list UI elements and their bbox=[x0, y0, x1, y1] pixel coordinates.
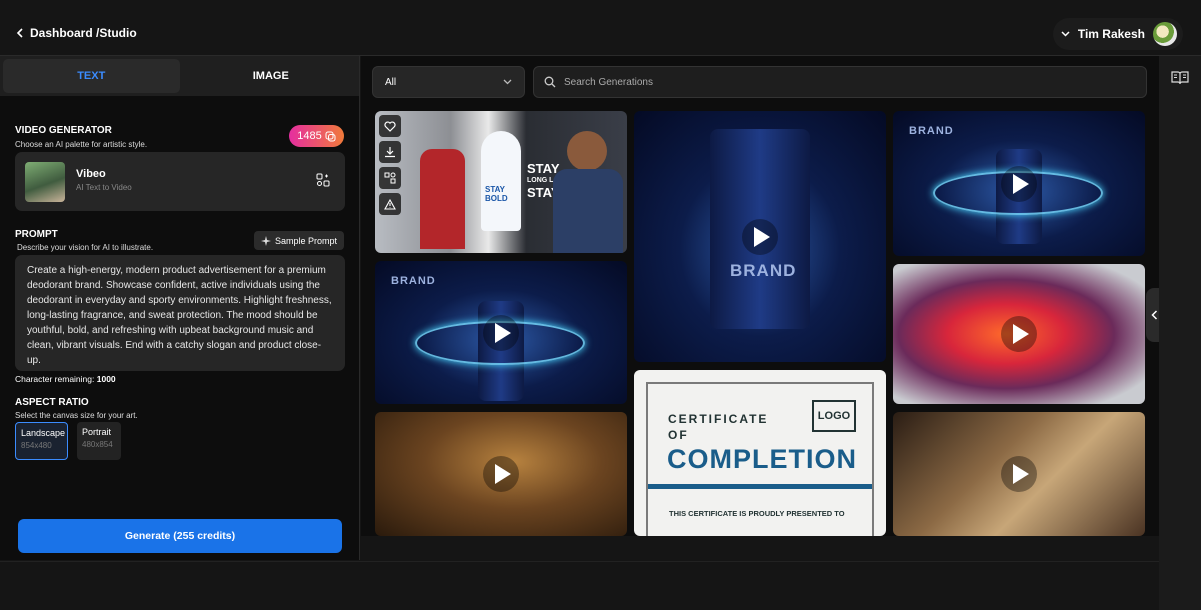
person-head bbox=[567, 131, 607, 171]
ratio-name: Landscape bbox=[21, 428, 66, 438]
brand-label: BRAND bbox=[730, 261, 797, 280]
character-remaining: Character remaining: 1000 bbox=[15, 374, 116, 384]
download-icon bbox=[385, 147, 395, 158]
search-icon bbox=[544, 76, 556, 88]
bottom-strip bbox=[0, 561, 1159, 610]
video-card-brand[interactable]: BRAND bbox=[375, 261, 627, 404]
ratio-portrait[interactable]: Portrait 480x854 bbox=[77, 422, 121, 460]
aspect-ratio-subtitle: Select the canvas size for your art. bbox=[15, 411, 138, 420]
person-blue-shirt bbox=[553, 169, 623, 253]
chevron-left-icon[interactable] bbox=[16, 28, 24, 38]
report-button[interactable] bbox=[379, 193, 401, 215]
bottle-text: BOLD bbox=[485, 194, 508, 203]
play-button[interactable] bbox=[1001, 456, 1037, 492]
ratio-name: Portrait bbox=[82, 427, 112, 437]
generate-button[interactable]: Generate (255 credits) bbox=[18, 519, 342, 553]
right-rail bbox=[1159, 56, 1201, 610]
user-name: Tim Rakesh bbox=[1077, 27, 1145, 41]
heart-icon bbox=[384, 120, 396, 132]
person-red-shirt bbox=[420, 149, 465, 249]
brand-label: BRAND bbox=[391, 275, 436, 287]
book-icon[interactable] bbox=[1171, 70, 1189, 85]
gallery-area: All STAY BOLD STAY LONG LASTING STAY BRA… bbox=[361, 56, 1159, 536]
filter-value: All bbox=[385, 76, 397, 88]
prompt-title: PROMPT bbox=[15, 229, 58, 240]
video-card-paint[interactable] bbox=[893, 264, 1145, 404]
swap-model-icon[interactable] bbox=[315, 172, 331, 188]
user-menu[interactable]: Tim Rakesh bbox=[1052, 18, 1183, 50]
ratio-landscape[interactable]: Landscape 854x480 bbox=[15, 422, 68, 460]
char-label: Character remaining: bbox=[15, 374, 95, 384]
model-subtitle: AI Text to Video bbox=[76, 183, 132, 192]
model-name: Vibeo bbox=[76, 168, 106, 180]
certificate-rule bbox=[648, 484, 872, 489]
prompt-subtitle: Describe your vision for AI to illustrat… bbox=[17, 243, 154, 252]
model-selector[interactable]: Vibeo AI Text to Video bbox=[15, 152, 345, 211]
play-button[interactable] bbox=[1001, 165, 1037, 202]
search-input[interactable] bbox=[564, 76, 1124, 88]
certificate-logo: LOGO bbox=[812, 400, 856, 432]
chevron-down-icon bbox=[1061, 31, 1070, 37]
credits-badge[interactable]: 1485 bbox=[289, 125, 344, 147]
brand-label: BRAND bbox=[909, 125, 954, 137]
filter-select[interactable]: All bbox=[372, 66, 525, 98]
credits-count: 1485 bbox=[297, 130, 322, 142]
card-tools bbox=[379, 115, 401, 215]
certificate-caption: THIS CERTIFICATE IS PROUDLY PRESENTED TO bbox=[669, 509, 845, 518]
bottle-text: STAY bbox=[485, 185, 506, 194]
play-button[interactable] bbox=[1001, 316, 1037, 352]
video-generator-title: VIDEO GENERATOR bbox=[15, 125, 112, 136]
sample-prompt-button[interactable]: Sample Prompt bbox=[254, 231, 344, 250]
search-bar bbox=[533, 66, 1147, 98]
mode-tabs: TEXT IMAGE bbox=[0, 56, 359, 96]
play-button[interactable] bbox=[483, 456, 519, 492]
video-card-manuscript[interactable] bbox=[893, 412, 1145, 536]
video-card-deodorant[interactable]: STAY BOLD STAY LONG LASTING STAY bbox=[375, 111, 627, 253]
tab-text[interactable]: TEXT bbox=[3, 59, 180, 93]
tab-image[interactable]: IMAGE bbox=[183, 56, 360, 96]
avatar bbox=[1153, 22, 1177, 46]
sparkle-icon bbox=[260, 235, 271, 246]
download-button[interactable] bbox=[379, 141, 401, 163]
certificate-line2: OF bbox=[668, 428, 689, 442]
prompt-textarea[interactable]: Create a high-energy, modern product adv… bbox=[15, 255, 345, 371]
certificate-line1: CERTIFICATE bbox=[668, 412, 769, 426]
char-count: 1000 bbox=[96, 374, 116, 384]
video-card-brand-tall[interactable]: BRAND bbox=[634, 111, 886, 362]
breadcrumb[interactable]: Dashboard /Studio bbox=[16, 26, 137, 40]
model-thumbnail bbox=[25, 162, 65, 202]
video-generator-subtitle: Choose an AI palette for artistic style. bbox=[15, 140, 148, 149]
ad-text: STAY bbox=[527, 161, 560, 176]
chevron-left-icon bbox=[1150, 310, 1157, 320]
scan-icon bbox=[384, 172, 396, 184]
video-card-smiling-woman[interactable] bbox=[375, 412, 627, 536]
top-bar: Dashboard /Studio Tim Rakesh bbox=[0, 0, 1201, 56]
play-button[interactable] bbox=[742, 218, 778, 255]
chevron-down-icon bbox=[503, 79, 512, 85]
product-bottle: STAY BOLD bbox=[481, 131, 521, 231]
video-card-brand-2[interactable]: BRAND bbox=[893, 111, 1145, 256]
coins-icon bbox=[325, 131, 336, 141]
certificate-heading: COMPLETION bbox=[667, 444, 857, 474]
sample-prompt-label: Sample Prompt bbox=[274, 235, 338, 246]
aspect-ratio-title: ASPECT RATIO bbox=[15, 397, 89, 408]
breadcrumb-text[interactable]: Dashboard /Studio bbox=[30, 26, 137, 40]
left-panel: TEXT IMAGE VIDEO GENERATOR Choose an AI … bbox=[0, 56, 360, 560]
ratio-size: 854x480 bbox=[21, 441, 52, 450]
favorite-button[interactable] bbox=[379, 115, 401, 137]
video-card-certificate[interactable]: LOGO CERTIFICATE OF COMPLETION THIS CERT… bbox=[634, 370, 886, 536]
warning-icon bbox=[384, 198, 396, 210]
play-button[interactable] bbox=[483, 314, 519, 351]
ratio-size: 480x854 bbox=[82, 440, 113, 449]
scan-button[interactable] bbox=[379, 167, 401, 189]
